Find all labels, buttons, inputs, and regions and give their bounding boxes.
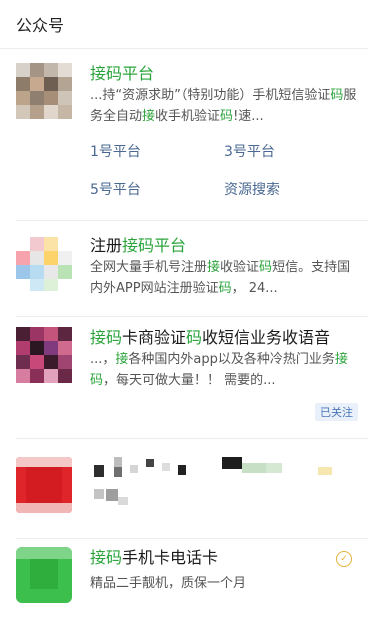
avatar [16, 235, 72, 291]
text-segment: ...持“资源求助”（特别功能）手机短信验证 [90, 88, 331, 103]
text-segment: 各种国内外app以及各种冷热门业务 [128, 352, 335, 367]
highlight-text: 接 [115, 352, 129, 367]
avatar [16, 327, 72, 383]
text-segment: 收验证 [220, 260, 260, 275]
result-item[interactable]: 接码卡商验证码收短信业务收语音 ...，接各种国内外app以及各种冷热门业务接码… [0, 317, 368, 439]
highlight-text: 码 [259, 260, 273, 275]
text-segment: ，每天可做大量！！ 需要的... [103, 373, 276, 388]
result-description: ...，接各种国内外app以及各种冷热门业务接码，每天可做大量！！ 需要的... [90, 349, 358, 391]
result-item[interactable]: 注册接码平台 全网大量手机号注册接收验证码短信。支持国内外APP网站注册验证码，… [0, 221, 368, 317]
text-segment: ...， [90, 352, 116, 367]
link-platform-1[interactable]: 1号平台 [90, 141, 224, 161]
result-item[interactable] [0, 439, 368, 539]
section-title: 公众号 [0, 0, 368, 49]
text-segment: 收手机验证 [155, 109, 221, 124]
text-segment: 注册 [90, 236, 123, 255]
result-title: 接码卡商验证码收短信业务收语音 [90, 327, 358, 349]
highlight-text: 接码 [90, 328, 123, 347]
highlight-text: 接码平台 [90, 64, 155, 83]
highlight-text: 码 [220, 109, 234, 124]
result-item[interactable]: 接码手机卡电话卡 精品二手靓机，质保一个月 ✓ [0, 539, 368, 619]
avatar [16, 547, 72, 603]
result-title: 接码平台 [90, 63, 358, 85]
text-segment: 卡商验证 [122, 328, 187, 347]
text-segment: 全网大量手机号注册 [90, 260, 208, 275]
result-description: 全网大量手机号注册接收验证码短信。支持国内外APP网站注册验证码， 24... [90, 257, 358, 299]
highlight-text: 接 [207, 260, 221, 275]
highlight-text: 码 [218, 281, 232, 296]
text-segment: ， 24... [231, 281, 278, 296]
highlight-text: 码 [330, 88, 344, 103]
highlight-text: 接码平台 [122, 236, 187, 255]
avatar [16, 63, 72, 119]
avatar [16, 457, 72, 513]
text-segment: 手机卡电话卡 [122, 548, 219, 567]
result-description: ...持“资源求助”（特别功能）手机短信验证码服务全自动接收手机验证码!速... [90, 85, 358, 127]
highlight-text: 接码 [90, 548, 123, 567]
verified-check-icon: ✓ [336, 551, 352, 567]
link-platform-5[interactable]: 5号平台 [90, 179, 224, 199]
obscured-content [72, 457, 368, 539]
quick-links: 1号平台 3号平台 5号平台 资源搜索 [90, 127, 358, 203]
result-title: 接码手机卡电话卡 [90, 547, 358, 569]
link-platform-3[interactable]: 3号平台 [224, 141, 358, 161]
link-resource-search[interactable]: 资源搜索 [224, 179, 358, 199]
result-item[interactable]: 接码平台 ...持“资源求助”（特别功能）手机短信验证码服务全自动接收手机验证码… [0, 49, 368, 221]
text-segment: !速... [233, 109, 264, 124]
text-segment: 精品二手靓机，质保一个月 [90, 576, 247, 591]
followed-badge: 已关注 [315, 403, 358, 421]
result-title: 注册接码平台 [90, 235, 358, 257]
highlight-text: 码 [186, 328, 203, 347]
highlight-text: 接 [142, 109, 156, 124]
text-segment: 收短信业务收语音 [202, 328, 331, 347]
result-description: 精品二手靓机，质保一个月 [90, 573, 358, 594]
